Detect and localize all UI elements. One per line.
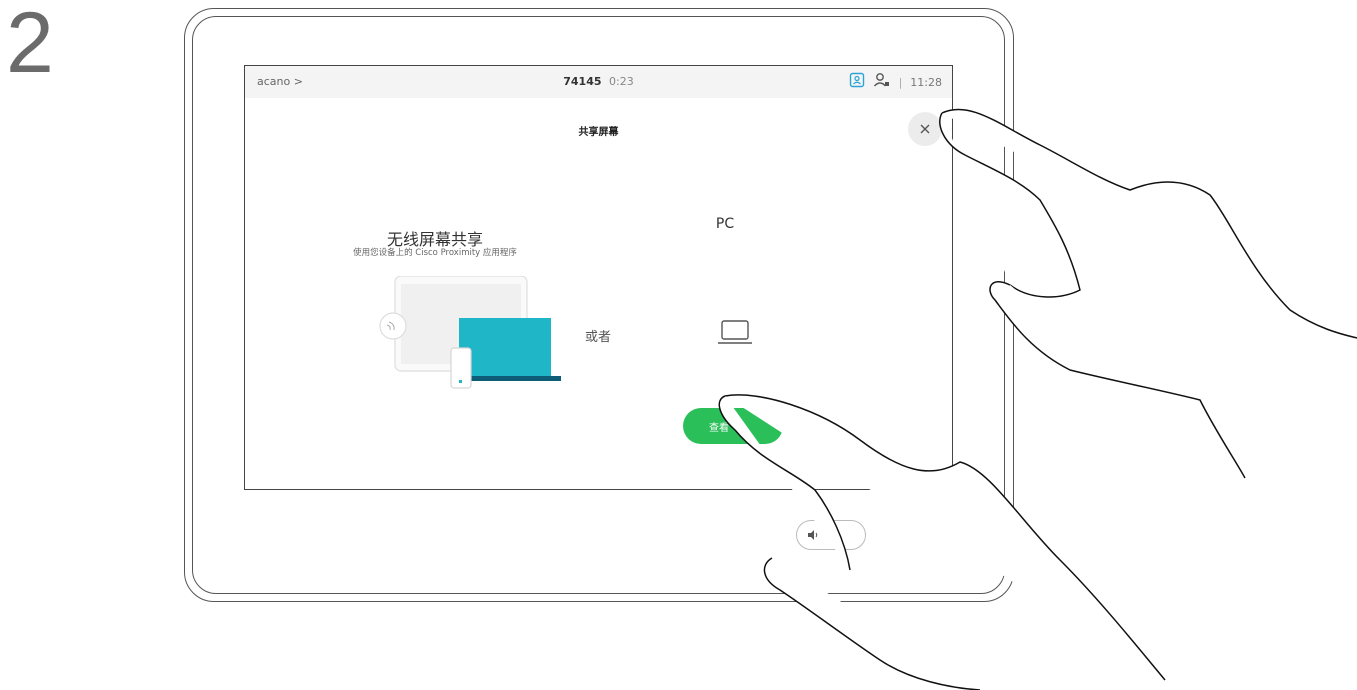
volume-icon [807,526,819,545]
status-icons: | 11:28 [849,72,942,92]
panel-title: 共享屏幕 [578,127,619,138]
proximity-illustration [375,275,565,396]
pc-heading: PC [715,216,735,232]
wireless-share-subtitle: 使用您设备上的 Cisco Proximity 应用程序 [353,248,517,258]
call-duration: 0:23 [609,75,634,88]
call-info: 74145 0:23 [245,75,952,88]
laptop-icon [717,318,753,350]
participants-icon[interactable] [873,72,891,92]
volume-control[interactable] [796,520,866,550]
status-separator: | [898,75,903,89]
self-view-icon[interactable] [849,72,865,92]
close-button[interactable] [908,112,942,146]
call-number: 74145 [563,75,602,88]
close-icon [919,120,931,139]
step-number: 2 [6,0,54,91]
clock: 11:28 [910,75,942,89]
status-bar: acano > 74145 0:23 | 11:28 [245,66,952,98]
touch-screen: acano > 74145 0:23 | 11:28 共享屏幕 无线屏幕共享 使… [244,65,953,490]
share-button[interactable]: 查看 [683,408,783,444]
or-label: 或者 [585,330,612,345]
